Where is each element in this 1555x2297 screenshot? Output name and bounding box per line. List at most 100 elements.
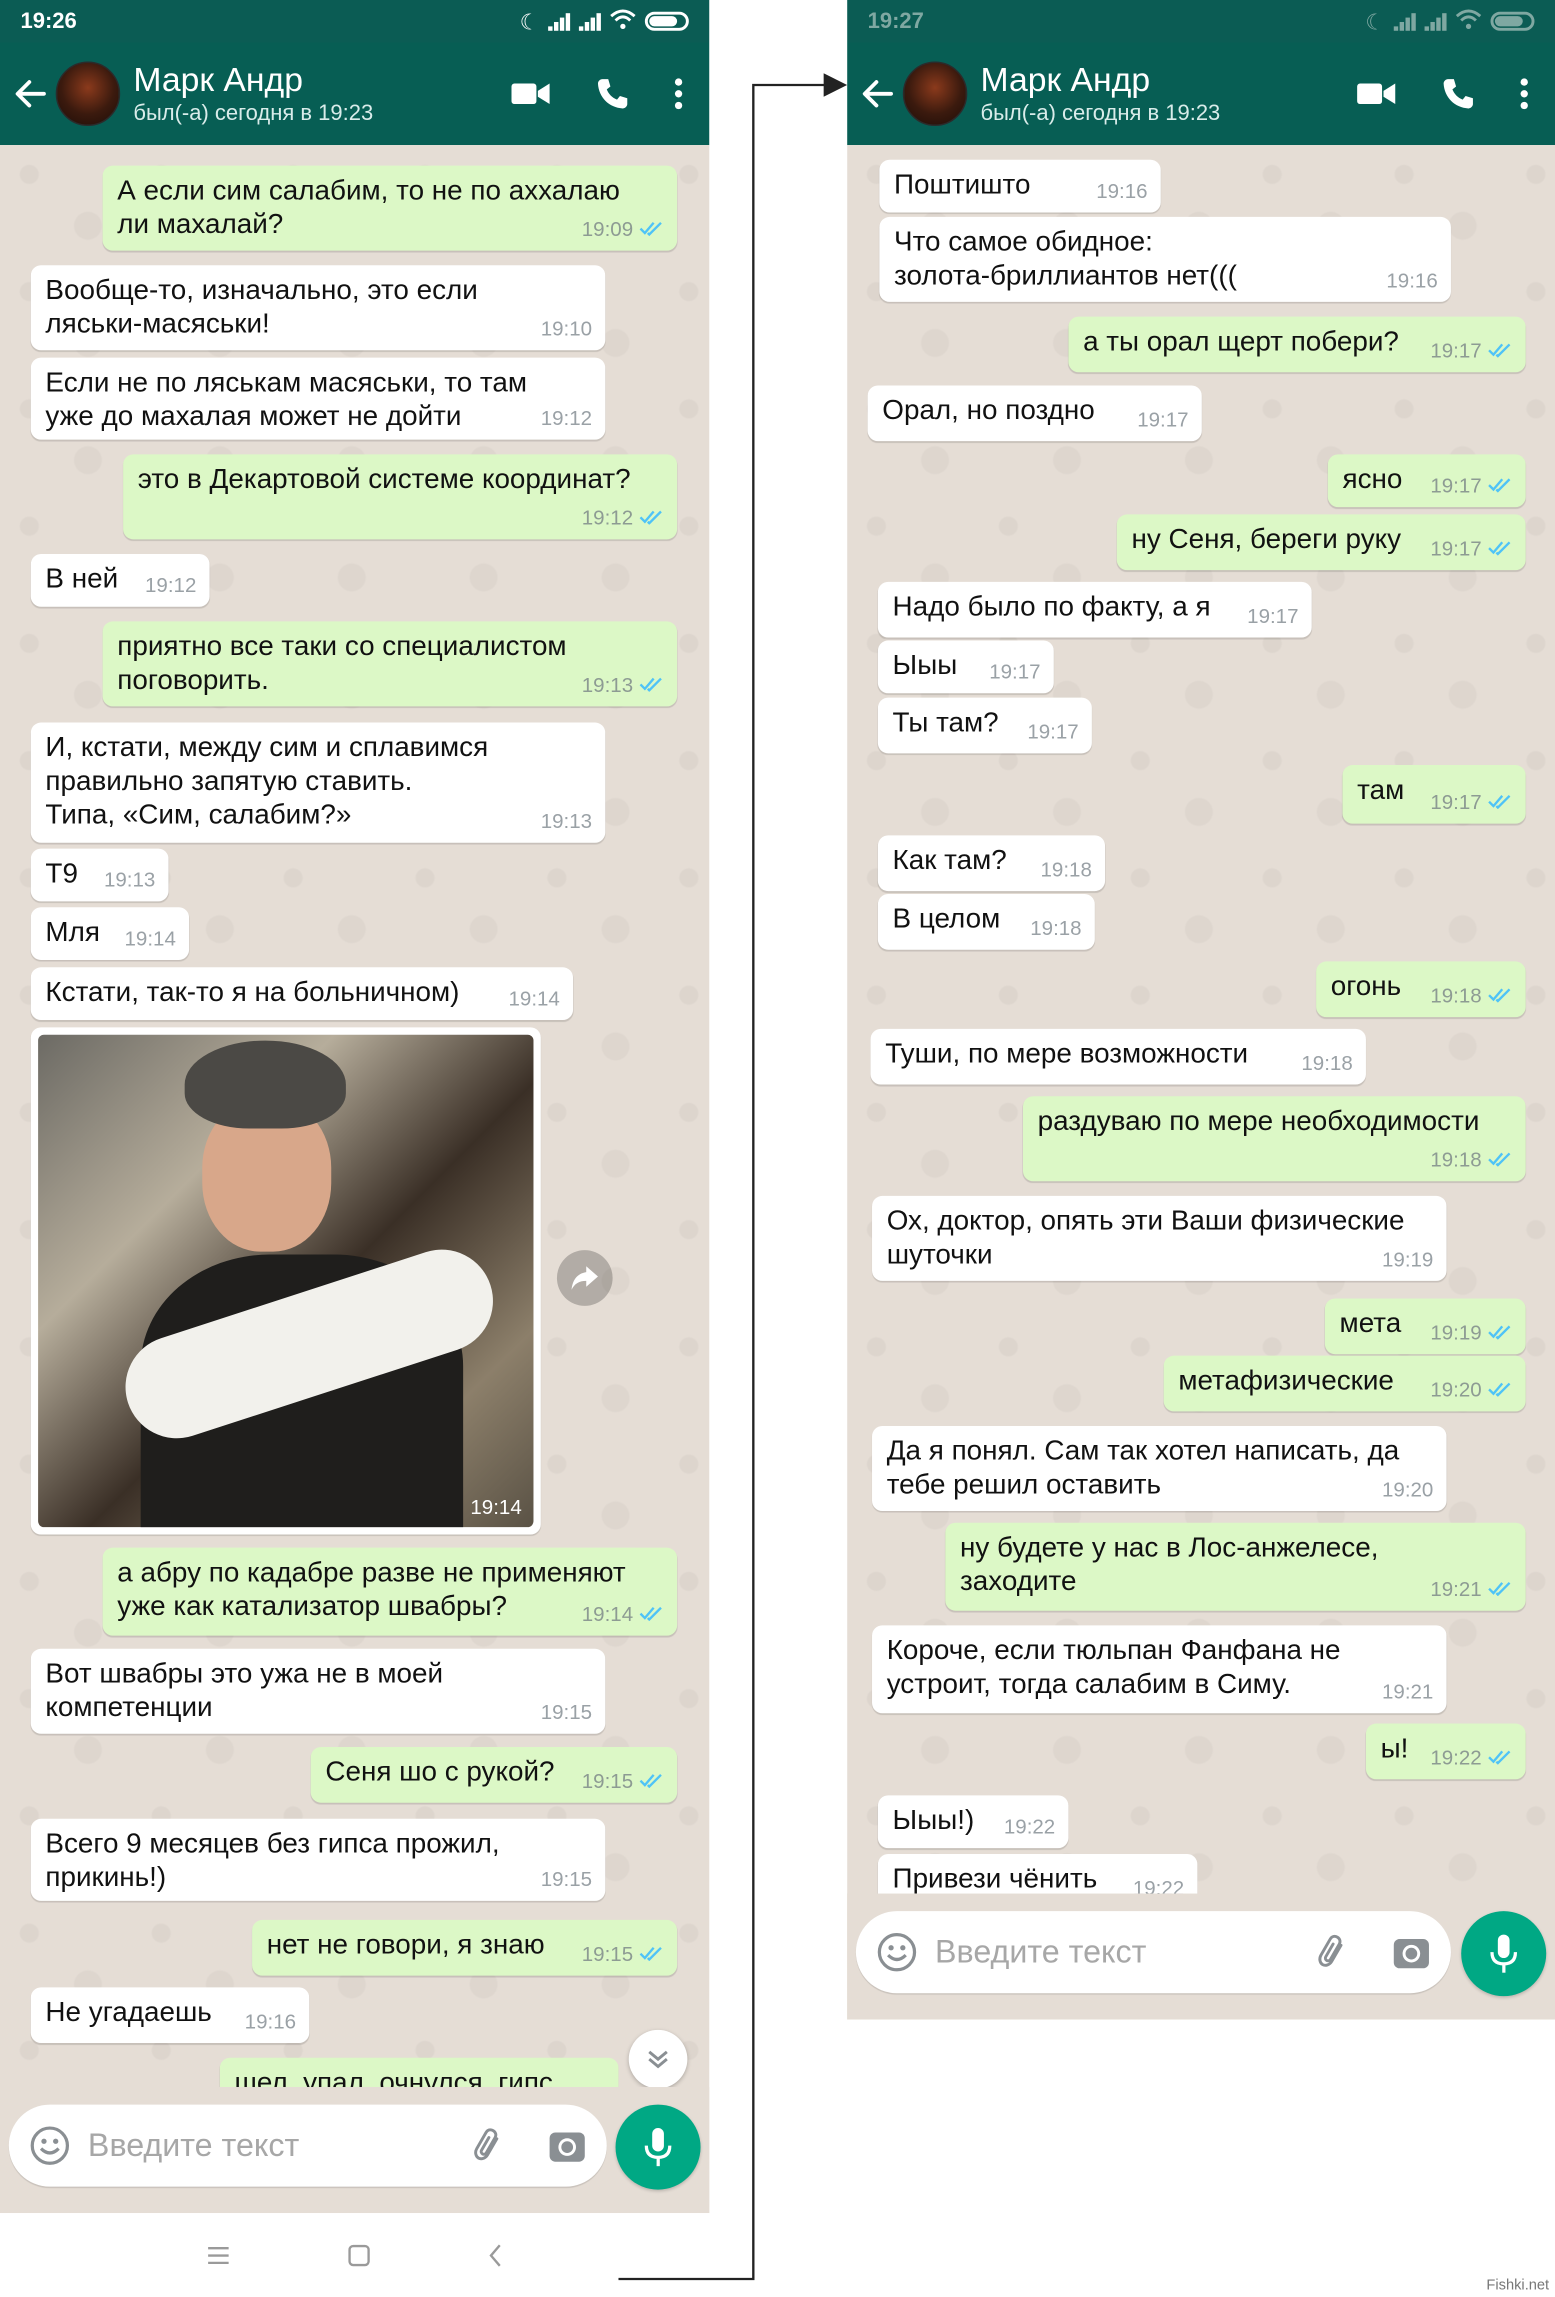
message-meta: 19:18 <box>1430 1143 1512 1177</box>
incoming-message[interactable]: Вот швабры это ужа не в моей компетенции… <box>30 1648 606 1734</box>
message-list[interactable]: Поштишто 19:16 Что самое обидное: золота-б… <box>847 145 1555 2020</box>
outgoing-message[interactable]: это в Декартовой системе координат? 19:12 <box>123 454 678 540</box>
read-receipt-icon <box>1488 1143 1513 1177</box>
incoming-message[interactable]: Ох, доктор, опять эти Ваши физические шу… <box>872 1195 1447 1281</box>
incoming-message[interactable]: Вообще-то, изначально, это если ляськи-м… <box>30 265 606 351</box>
last-seen-status: был(-а) сегодня в 19:23 <box>980 100 1221 126</box>
incoming-message[interactable]: Туши, по мере возможности 19:18 <box>870 1028 1366 1085</box>
message-text: И, кстати, между сим и сплавимся правиль… <box>45 732 489 831</box>
compose-bar <box>0 2087 710 2214</box>
scroll-down-button[interactable] <box>628 2029 688 2089</box>
message-time: 19:15 <box>540 1867 593 1891</box>
message-time: 19:09 <box>581 216 634 241</box>
incoming-message[interactable]: Если не по ляськам масяськи, то там уже … <box>30 357 606 440</box>
photo-image[interactable]: 19:14 <box>38 1034 534 1528</box>
back-arrow-icon[interactable] <box>6 69 56 119</box>
more-options-icon[interactable] <box>674 78 683 110</box>
back-arrow-icon[interactable] <box>853 69 903 119</box>
message-input[interactable] <box>935 1933 1273 1972</box>
read-receipt-icon <box>1488 1741 1513 1775</box>
outgoing-message[interactable]: там 19:17 <box>1342 765 1526 824</box>
incoming-message[interactable]: Ыыы 19:17 <box>877 640 1054 694</box>
incoming-message[interactable]: Что самое обидное: золота-бриллиантов не… <box>879 216 1451 302</box>
video-call-icon[interactable] <box>1356 79 1397 108</box>
message-time: 19:17 <box>1247 603 1299 628</box>
message-time: 19:18 <box>1430 983 1482 1007</box>
outgoing-message[interactable]: ну будете у нас в Лос-анжелесе, заходите… <box>945 1522 1526 1611</box>
message-meta: 19:17 <box>1137 403 1188 437</box>
incoming-message[interactable]: Поштишто 19:16 <box>879 159 1161 213</box>
incoming-message[interactable]: И, кстати, между сим и сплавимся правиль… <box>30 722 606 843</box>
message-meta: 19:22 <box>1004 1810 1055 1844</box>
message-meta: 19:13 <box>541 805 592 839</box>
home-icon[interactable] <box>347 2243 370 2266</box>
message-list[interactable]: 19:14 А если сим салабим, то не по аххал… <box>0 145 710 2214</box>
incoming-message[interactable]: Мля 19:14 <box>30 907 190 960</box>
message-time: 19:20 <box>1381 1477 1434 1501</box>
message-meta: 19:13 <box>582 668 664 702</box>
incoming-message[interactable]: Как там? 19:18 <box>877 835 1106 892</box>
contact-info[interactable]: Марк Андр был(-а) сегодня в 19:23 <box>133 59 373 128</box>
outgoing-message[interactable]: нет не говори, я знаю 19:15 <box>252 1919 678 1976</box>
incoming-message[interactable]: В целом 19:18 <box>877 894 1095 950</box>
outgoing-message[interactable]: ясно 19:17 <box>1327 454 1526 508</box>
outgoing-message[interactable]: приятно все таки со специалистом поговор… <box>102 621 678 707</box>
outgoing-message[interactable]: Сеня шо с рукой? 19:15 <box>310 1746 678 1803</box>
menu-icon[interactable] <box>207 2245 230 2266</box>
status-time: 19:27 <box>867 8 924 34</box>
message-time: 19:15 <box>540 1700 593 1724</box>
camera-icon[interactable] <box>548 2128 586 2163</box>
attach-icon[interactable] <box>469 2127 507 2165</box>
incoming-message[interactable]: Т9 19:13 <box>30 848 169 902</box>
message-meta: 19:19 <box>1382 1243 1433 1277</box>
outgoing-message[interactable]: а абру по кадабре разве не применяют уже… <box>102 1547 678 1636</box>
message-time: 19:15 <box>581 1768 634 1793</box>
photo-time: 19:14 <box>470 1494 522 1519</box>
incoming-message[interactable]: Короче, если тюльпан Фанфана не устроит,… <box>872 1625 1447 1714</box>
avatar[interactable] <box>902 61 968 127</box>
contact-info[interactable]: Марк Андр был(-а) сегодня в 19:23 <box>980 59 1220 128</box>
message-time: 19:18 <box>1430 1147 1482 1172</box>
voice-record-button[interactable] <box>615 2104 701 2190</box>
compose-pill <box>8 2104 607 2187</box>
outgoing-message[interactable]: ы! 19:22 <box>1365 1723 1526 1780</box>
outgoing-message[interactable]: ну Сеня, береги руку 19:17 <box>1116 514 1526 571</box>
outgoing-message[interactable]: метафизические 19:20 <box>1163 1355 1526 1412</box>
phone-call-icon[interactable] <box>1441 76 1476 111</box>
microphone-icon <box>643 2127 672 2168</box>
message-time: 19:19 <box>1430 1320 1482 1344</box>
emoji-icon[interactable] <box>876 1932 917 1973</box>
outgoing-message[interactable]: раздуваю по мере необходимости 19:18 <box>1022 1096 1526 1182</box>
status-bar: 19:27 ☾ <box>847 0 1555 43</box>
incoming-message[interactable]: Ты там? 19:17 <box>877 697 1092 754</box>
incoming-message[interactable]: Ыыы!) 19:22 <box>877 1795 1069 1849</box>
emoji-icon[interactable] <box>29 2125 70 2166</box>
avatar[interactable] <box>55 61 121 127</box>
attach-icon[interactable] <box>1313 1933 1351 1971</box>
outgoing-message[interactable]: А если сим салабим, то не по аххалаю ли … <box>102 165 678 251</box>
outgoing-message[interactable]: мета 19:19 <box>1324 1298 1526 1355</box>
back-nav-icon[interactable] <box>488 2243 503 2266</box>
more-options-icon[interactable] <box>1520 78 1529 110</box>
incoming-message[interactable]: Кстати, так-то я на больничном) 19:14 <box>30 967 574 1021</box>
incoming-message[interactable]: В ней 19:12 <box>30 553 210 607</box>
incoming-message[interactable]: Надо было по факту, а я 19:17 <box>877 581 1312 638</box>
message-meta: 19:17 <box>989 655 1040 689</box>
phone-call-icon[interactable] <box>595 76 630 111</box>
incoming-message[interactable]: Не угадаешь 19:16 <box>30 1987 310 2044</box>
forward-icon[interactable] <box>556 1250 613 1306</box>
message-time: 19:14 <box>124 926 176 950</box>
message-time: 19:18 <box>1030 916 1082 940</box>
photo-message[interactable]: 19:14 <box>30 1027 541 1535</box>
outgoing-message[interactable]: а ты орал щерт побери? 19:17 <box>1068 316 1526 373</box>
incoming-message[interactable]: Орал, но поздно 19:17 <box>867 385 1202 442</box>
incoming-message[interactable]: Да я понял. Сам так хотел написать, да т… <box>872 1426 1447 1512</box>
message-input[interactable] <box>87 2126 426 2165</box>
camera-icon[interactable] <box>1392 1935 1430 1970</box>
voice-record-button[interactable] <box>1461 1911 1547 1997</box>
outgoing-message[interactable]: огонь 19:18 <box>1316 961 1526 1018</box>
message-time: 19:20 <box>1430 1377 1482 1402</box>
incoming-message[interactable]: Всего 9 месяцев без гипса прожил, прикин… <box>30 1818 606 1901</box>
video-call-icon[interactable] <box>510 79 551 108</box>
contact-name: Марк Андр <box>980 59 1151 98</box>
